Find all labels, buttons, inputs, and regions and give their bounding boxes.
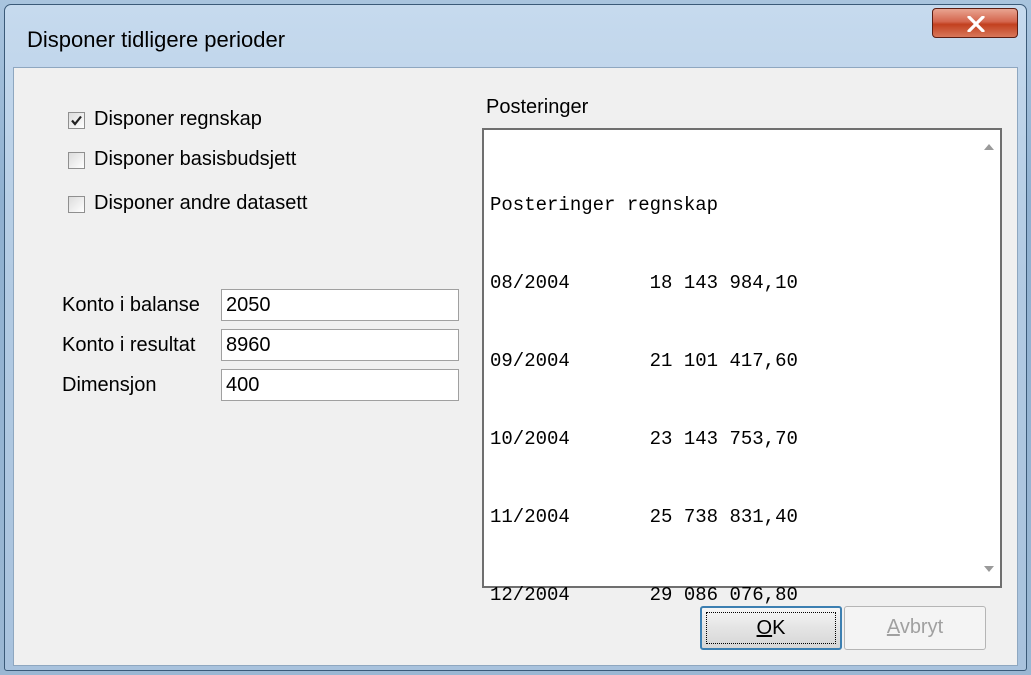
checkbox-label: Disponer andre datasett <box>94 192 308 214</box>
checkbox-box[interactable] <box>68 152 85 169</box>
konto-balanse-input[interactable]: 2050 <box>221 289 459 321</box>
list-item: 11/2004 25 738 831,40 <box>490 504 798 530</box>
scroll-up-arrow-icon[interactable] <box>984 144 994 150</box>
close-button[interactable] <box>932 8 1018 38</box>
window-title: Disponer tidligere perioder <box>27 27 286 52</box>
period: 09/2004 <box>490 350 570 372</box>
checkbox-label: Disponer regnskap <box>94 108 262 130</box>
period: 11/2004 <box>490 506 570 528</box>
checkbox-box[interactable] <box>68 112 85 129</box>
period: 08/2004 <box>490 272 570 294</box>
list-item: 08/2004 18 143 984,10 <box>490 270 798 296</box>
checkbox-disponer-regnskap[interactable]: Disponer regnskap <box>68 108 448 134</box>
cancel-mnemonic: A <box>886 616 900 638</box>
amount: 25 738 831,40 <box>649 506 798 528</box>
ok-button[interactable]: OK <box>700 606 842 650</box>
checkbox-disponer-basisbudsjett[interactable]: Disponer basisbudsjett <box>68 148 448 174</box>
period: 12/2004 <box>490 584 570 606</box>
konto-resultat-input[interactable]: 8960 <box>221 329 459 361</box>
amount: 23 143 753,70 <box>649 428 798 450</box>
list-item: 12/2004 29 086 076,80 <box>490 582 798 608</box>
konto-balanse-label: Konto i balanse <box>62 294 200 316</box>
dimensjon-input[interactable]: 400 <box>221 369 459 401</box>
list-header: Posteringer regnskap <box>490 194 719 216</box>
checkmark-icon <box>71 115 82 126</box>
cancel-label: vbryt <box>899 616 944 638</box>
checkbox-label: Disponer basisbudsjett <box>94 148 297 170</box>
checkbox-disponer-andre-datasett[interactable]: Disponer andre datasett <box>68 192 448 218</box>
posteringer-listbox[interactable]: Posteringer regnskap 08/2004 18 143 984,… <box>482 128 1002 606</box>
konto-resultat-label: Konto i resultat <box>62 334 196 356</box>
dialog-client-area: Disponer regnskap Disponer basisbudsjett… <box>13 67 1018 666</box>
cancel-button[interactable]: Avbryt <box>844 606 986 650</box>
posteringer-group-label: Posteringer <box>486 96 589 118</box>
checkbox-box[interactable] <box>68 196 85 213</box>
amount: 29 086 076,80 <box>649 584 798 606</box>
amount: 18 143 984,10 <box>649 272 798 294</box>
scroll-down-arrow-icon[interactable] <box>984 566 994 572</box>
list-item: 10/2004 23 143 753,70 <box>490 426 798 452</box>
close-icon <box>967 16 985 32</box>
period: 10/2004 <box>490 428 570 450</box>
focus-rectangle <box>706 612 836 644</box>
dimensjon-label: Dimensjon <box>62 374 157 396</box>
title-bar[interactable]: Disponer tidligere perioder <box>5 5 1026 67</box>
list-item: 09/2004 21 101 417,60 <box>490 348 798 374</box>
amount: 21 101 417,60 <box>649 350 798 372</box>
dialog-window: Disponer tidligere perioder Disponer reg… <box>4 4 1027 671</box>
posteringer-list: Posteringer regnskap 08/2004 18 143 984,… <box>490 140 798 660</box>
